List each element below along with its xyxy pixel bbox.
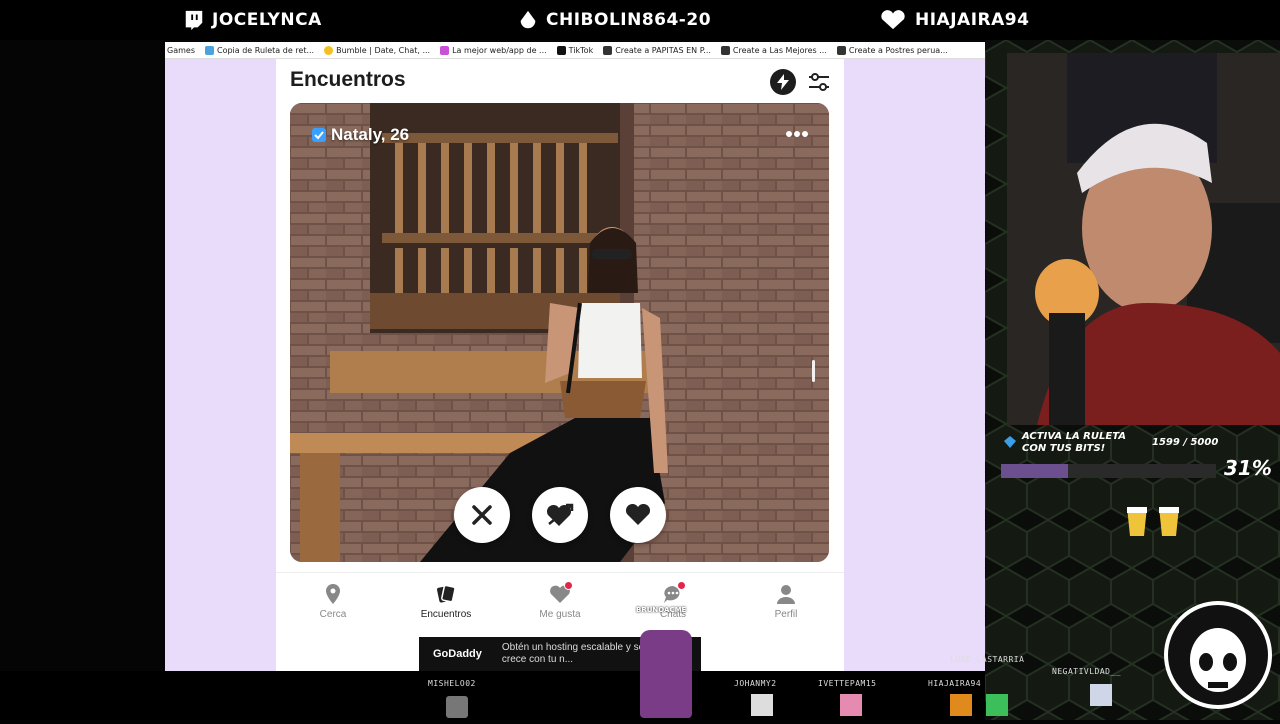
viewer-name: HIAJAIRA94 [928,679,982,688]
heart-icon [549,581,573,605]
more-dots-icon [786,131,808,137]
gem-icon [1004,436,1016,448]
profile-name-age: Nataly, 26 [331,125,410,144]
nav-label: Encuentros [420,609,472,620]
chat-overlay-name: BRUNOACME [636,606,687,614]
top-bar-label: CHIBOLIN864-20 [546,10,712,30]
bookmark-item[interactable]: Games [167,46,195,55]
viewer-sprite-icon [840,694,862,716]
viewer-name: JOHANMY2 [734,679,777,688]
bits-progress-bar [1001,464,1216,478]
viewer-name: MISHELO02 [428,679,476,688]
sliders-icon [809,73,829,91]
bits-percent: 31% [1224,456,1272,480]
tiktok-icon [556,45,566,55]
bookmark-item[interactable]: TikTok [556,45,594,55]
boost-button[interactable] [770,69,796,95]
filters-button[interactable] [806,69,832,95]
bookmark-label: Create a Las Mejores ... [732,45,827,55]
superswipe-button[interactable] [532,487,588,543]
bookmark-label: TikTok [568,45,594,55]
webcam-feed [1007,53,1280,425]
bits-drop-icon [520,10,536,29]
viewer-name: LUXE_LASTARRIA [950,655,1025,664]
dislike-button[interactable] [454,487,510,543]
nav-item-chats[interactable]: Chats [633,581,713,620]
location-pin-icon [322,583,344,605]
bookmark-favicon-icon [720,45,730,55]
nav-item-perfil[interactable]: Perfil [746,583,826,620]
bits-count: 1599 / 5000 [1152,437,1219,448]
bookmark-item[interactable]: Bumble | Date, Chat, ... [324,45,431,55]
profile-name: Nataly, 26 [312,125,409,145]
top-bar-label: HIAJAIRA94 [915,10,1030,30]
brunoacme-logo [1164,601,1272,709]
like-button[interactable] [610,487,666,543]
bookmark-favicon-icon [836,45,846,55]
heart-icon [625,504,651,525]
beer-glass-icon [1159,507,1179,536]
twitch-icon [185,10,203,31]
bookmark-item[interactable]: Create a PAPITAS EN P... [603,45,711,55]
bookmark-label: Bumble | Date, Chat, ... [336,45,431,55]
nav-label: Me gusta [539,609,581,620]
top-bar-label: JOCELYNCA [212,10,322,30]
viewer-sprite-icon [950,694,972,716]
bookmark-item[interactable]: La mejor web/app de ... [440,45,547,55]
bits-progress-fill [1001,464,1068,478]
bookmark-item[interactable]: Copia de Ruleta de ret... [204,45,315,55]
viewer-sprite-icon [446,696,468,718]
nav-label: Perfil [774,609,798,620]
bookmark-label: Copia de Ruleta de ret... [216,45,315,55]
bookmark-favicon-icon [204,45,214,55]
beer-glass-icon [1127,507,1147,536]
bookmark-item[interactable]: Create a Postres perua... [836,45,948,55]
nav-item-cerca[interactable]: Cerca [293,583,373,620]
page-title: Encuentros [290,68,406,91]
notification-dot [677,581,686,590]
top-bar-item-sub: HIAJAIRA94 [877,6,1029,34]
close-icon [472,505,492,525]
bookmark-label: La mejor web/app de ... [452,45,547,55]
bookmark-label: Create a Postres perua... [848,45,948,55]
bookmark-favicon-icon [324,45,334,55]
character-sprite [640,630,692,718]
bookmark-item[interactable]: Create a Las Mejores ... [720,45,827,55]
nav-item-encuentros[interactable]: Encuentros [406,583,486,620]
user-icon [775,583,797,605]
bookmark-favicon-icon [603,45,613,55]
bookmarks-bar: Games Copia de Ruleta de ret... Bumble |… [165,42,985,59]
verified-check-icon [312,128,326,142]
more-options-button[interactable] [785,124,809,148]
bookmark-label: Games [167,45,195,55]
bits-widget-label: ACTIVA LA RULETA CON TUS BITS! [1022,431,1126,454]
drink-icons [1126,505,1180,537]
viewer-sprite-icon [986,694,1008,716]
bookmark-favicon-icon [440,45,450,55]
viewer-name: NEGATIVLDAD__ [1052,667,1122,676]
viewer-sprite-icon [751,694,773,716]
notification-dot [564,581,573,590]
photo-scroll-indicator [812,360,815,382]
top-bar-item-follower: JOCELYNCA [182,6,322,34]
arrow-heart-icon [546,503,574,526]
top-bar-item-bits: CHIBOLIN864-20 [516,6,711,34]
nav-item-me-gusta[interactable]: Me gusta [520,581,600,620]
viewer-sprite-icon [1090,684,1112,706]
ad-brand: GoDaddy [433,648,482,660]
cards-icon [435,583,457,605]
viewer-name: IVETTEPAM15 [818,679,877,688]
bookmark-label: Create a PAPITAS EN P... [615,45,711,55]
heart-icon [881,10,905,30]
lightning-icon [777,74,789,90]
chat-bubble-icon [662,581,686,605]
nav-label: Cerca [319,609,347,620]
